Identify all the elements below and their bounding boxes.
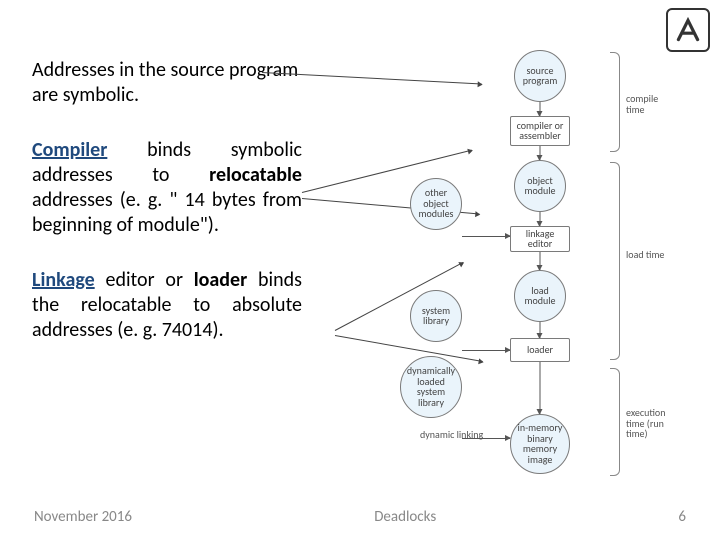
- para2-tail: addresses (e. g. " 14 bytes from beginni…: [32, 188, 302, 237]
- logo-glyph: [672, 14, 704, 46]
- institution-logo: [666, 8, 710, 52]
- label: in-memory binary memory image: [514, 423, 566, 465]
- node-system-library: system library: [410, 290, 462, 342]
- brace-load: [610, 162, 620, 360]
- label: object module: [518, 176, 562, 197]
- arrow: [540, 146, 541, 160]
- para-linkage: Linkage editor or loader binds the reloc…: [32, 268, 302, 343]
- para-compiler: Compiler binds symbolic addresses to rel…: [32, 138, 302, 238]
- brace-compile: [610, 52, 620, 152]
- node-dyn-loaded-syslib: dynamically loaded system library: [400, 356, 462, 418]
- label: dynamically loaded system library: [404, 366, 458, 408]
- binding-diagram: source program compiler or assembler obj…: [370, 50, 710, 500]
- harrow: [462, 350, 510, 351]
- label: loader: [527, 345, 553, 356]
- label: system library: [414, 306, 458, 327]
- dynamic-linking-label: dynamic linking: [420, 430, 483, 441]
- arrow: [540, 212, 541, 226]
- brace-compile-label: compile time: [626, 94, 676, 115]
- label: other object modules: [414, 188, 458, 220]
- loader-term: loader: [194, 268, 247, 292]
- label: linkage editor: [514, 229, 566, 250]
- slide-footer: November 2016 Deadlocks 6: [0, 508, 720, 526]
- para-symbolic: Addresses in the source program are symb…: [32, 58, 302, 108]
- node-load-module: load module: [514, 270, 566, 322]
- label: load module: [518, 286, 562, 307]
- brace-exec: [610, 368, 620, 476]
- node-compiler-assembler: compiler or assembler: [510, 116, 570, 146]
- harrow: [462, 236, 510, 237]
- para3-mid1: editor or: [95, 268, 194, 292]
- node-linkage-editor: linkage editor: [510, 226, 570, 252]
- label: compiler or assembler: [514, 121, 566, 142]
- footer-topic: Deadlocks: [374, 508, 436, 526]
- footer-date: November 2016: [34, 508, 132, 526]
- footer-page: 6: [678, 508, 686, 526]
- arrow: [540, 102, 541, 116]
- brace-load-label: load time: [626, 250, 676, 261]
- node-other-object-modules: other object modules: [410, 178, 462, 230]
- node-in-mem-image: in-memory binary memory image: [510, 414, 570, 474]
- compiler-term: Compiler: [32, 138, 107, 162]
- arrow: [540, 252, 541, 270]
- node-loader: loader: [510, 338, 570, 362]
- main-text-column: Addresses in the source program are symb…: [32, 58, 302, 373]
- node-object-module: object module: [514, 160, 566, 212]
- brace-exec-label: execution time (run time): [626, 408, 686, 440]
- linkage-term: Linkage: [32, 268, 95, 292]
- node-source-program: source program: [514, 50, 566, 102]
- para1-text: Addresses in the source program are symb…: [32, 58, 298, 107]
- arrow: [540, 362, 541, 414]
- label: source program: [518, 66, 562, 87]
- arrow: [540, 322, 541, 338]
- relocatable-term: relocatable: [209, 163, 302, 187]
